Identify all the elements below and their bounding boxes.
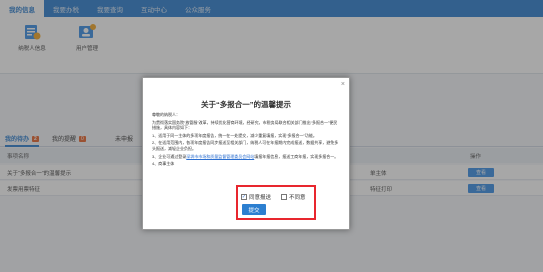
dialog-body: 尊敬的纳税人： 为贯彻落实国务院“放管服”改革，持续优化营商环境，经研究，市税务… [152, 112, 340, 187]
close-icon[interactable]: × [341, 81, 345, 88]
body-text: 3、企业可通过登录 [152, 153, 187, 159]
regulator-link[interactable]: 深圳市市场和质量监督管理委员会网站 [186, 154, 254, 159]
body-paragraph: 4、商事主体 [152, 161, 175, 167]
dialog-title: 关于“多报合一”的温馨提示 [201, 100, 291, 109]
highlight-box [236, 185, 316, 220]
body-text: 填报年报信息，报送工商年报，实现多报合一。 [254, 153, 339, 159]
body-paragraph: 为贯彻落实国务院“放管服”改革，持续优化营商环境，经研究，市税务局联合相关部门推… [152, 119, 338, 131]
body-paragraph: 尊敬的纳税人： [152, 112, 180, 117]
body-paragraph: 2、在适用范围内，各项年度报告同步报送至相关部门，纳税人可在年报期内完成报送，数… [152, 140, 339, 151]
body-paragraph: 1、适用于同一主体的多项年度报告，统一在一处提交，减少重复填报，实现“多报合一”… [152, 132, 317, 138]
body-paragraph: 3、企业可通过登录深圳市市场和质量监督管理委员会网站填报年报信息，报送工商年报，… [152, 154, 340, 160]
notice-dialog: × 关于“多报合一”的温馨提示 尊敬的纳税人： 为贯彻落实国务院“放管服”改革，… [142, 77, 350, 230]
